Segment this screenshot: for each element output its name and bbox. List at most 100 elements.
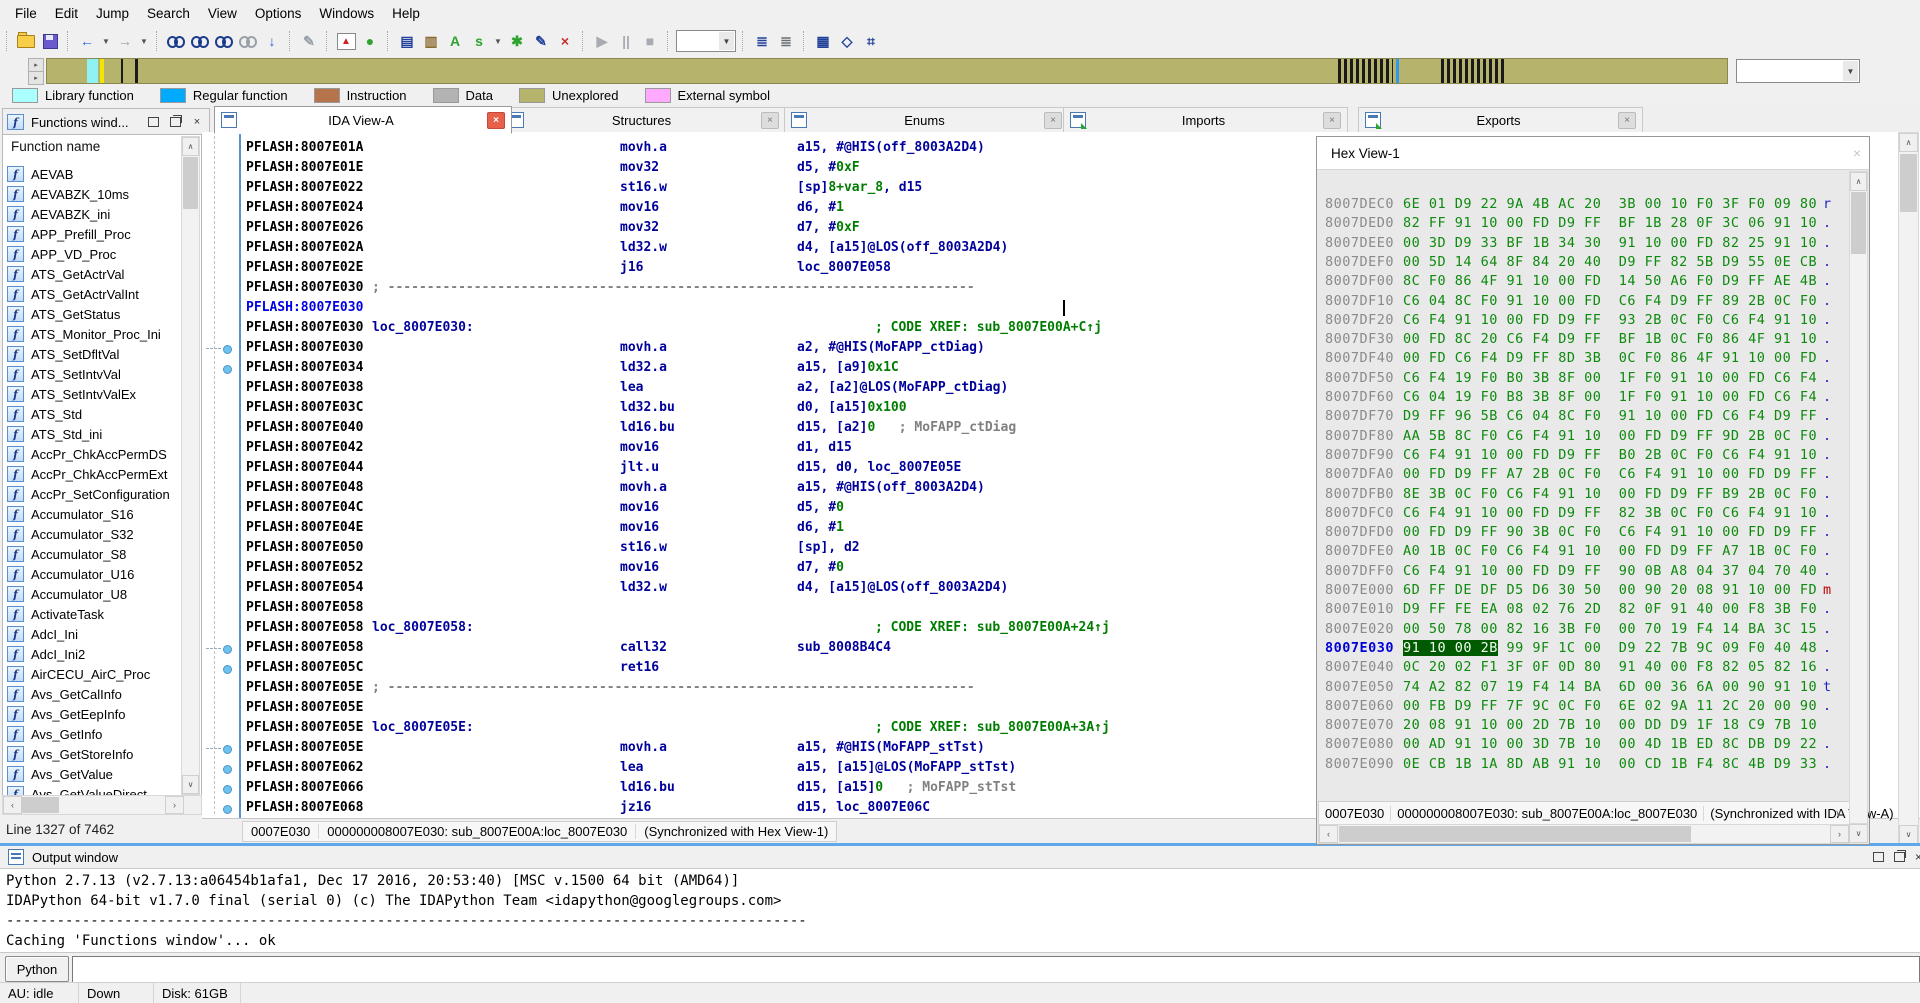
status-dropdown-icon[interactable]: ∨ xyxy=(1830,805,1847,821)
disassembly-line[interactable]: PFLASH:8007E05E; -----------------------… xyxy=(202,678,1382,698)
save-file-icon[interactable] xyxy=(39,30,61,52)
debugger-stop-icon[interactable]: ■ xyxy=(639,30,661,52)
function-item[interactable]: fAirCECU_AirC_Proc xyxy=(7,664,182,684)
problems-icon[interactable]: ▲ xyxy=(335,30,357,52)
output-window-titlebar[interactable]: Output window × xyxy=(0,846,1920,868)
debugger-pause-icon[interactable]: || xyxy=(615,30,637,52)
disassembly-line[interactable]: PFLASH:8007E042mov16d1, d15 xyxy=(202,438,1382,458)
listing-vertical-scrollbar[interactable]: ∧ ∨ xyxy=(1898,132,1919,845)
tab-close-icon[interactable]: × xyxy=(487,112,505,129)
hex-row[interactable]: 8007E0400C 20 02 F1 3F 0F 0D 80 91 40 00… xyxy=(1317,658,1849,677)
functions-window-titlebar[interactable]: f Functions wind... × xyxy=(2,108,210,136)
disassembly-line[interactable]: PFLASH:8007E01Emov32d5, #0xF xyxy=(202,158,1382,178)
menu-jump[interactable]: Jump xyxy=(87,2,138,25)
jump-address-icon[interactable]: ↓ xyxy=(261,30,283,52)
hex-row[interactable]: 8007DF50C6 F4 19 F0 B0 3B 8F 00 1F F0 91… xyxy=(1317,369,1849,388)
hex-row[interactable]: 8007DF10C6 04 8C F0 91 10 00 FD C6 F4 D9… xyxy=(1317,292,1849,311)
hex-row[interactable]: 8007DF4000 FD C6 F4 D9 FF 8D 3B 0C F0 86… xyxy=(1317,349,1849,368)
function-item[interactable]: fAEVABZK_ini xyxy=(7,204,182,224)
function-item[interactable]: fAccPr_ChkAccPermDS xyxy=(7,444,182,464)
function-item[interactable]: fAPP_VD_Proc xyxy=(7,244,182,264)
function-item[interactable]: fAccumulator_S8 xyxy=(7,544,182,564)
open-file-icon[interactable] xyxy=(15,30,37,52)
disassembly-line[interactable]: PFLASH:8007E05Emovh.aa15, #@HIS(MoFAPP_s… xyxy=(202,738,1382,758)
scrollbar-thumb[interactable] xyxy=(1339,826,1691,842)
disassembly-line[interactable]: PFLASH:8007E030movh.aa2, #@HIS(MoFAPP_ct… xyxy=(202,338,1382,358)
function-item[interactable]: fAccumulator_S32 xyxy=(7,524,182,544)
scroll-left-icon[interactable]: ‹ xyxy=(1319,825,1338,843)
step-over-icon[interactable]: ≣ xyxy=(775,30,797,52)
functions-column-header[interactable]: Function name xyxy=(11,139,100,154)
tab-structures[interactable]: Structures× xyxy=(501,107,786,133)
function-item[interactable]: fAEVABZK_10ms xyxy=(7,184,182,204)
scrollbar-thumb[interactable] xyxy=(1900,154,1917,212)
create-data-icon[interactable]: ▥ xyxy=(420,30,442,52)
disassembly-line[interactable]: PFLASH:8007E054ld32.wd4, [a15]@LOS(off_8… xyxy=(202,578,1382,598)
function-item[interactable]: fATS_Std xyxy=(7,404,182,424)
scroll-down-icon[interactable]: ∨ xyxy=(182,775,199,794)
forward-history-dropdown-icon[interactable]: ▼ xyxy=(138,30,150,52)
hex-row[interactable]: 8007DF90C6 F4 91 10 00 FD D9 FF B0 2B 0C… xyxy=(1317,446,1849,465)
maximize-icon[interactable] xyxy=(1873,852,1884,862)
function-item[interactable]: fATS_GetStatus xyxy=(7,304,182,324)
function-item[interactable]: fAdcI_Ini xyxy=(7,624,182,644)
disassembly-line[interactable]: PFLASH:8007E05Eloc_8007E05E:; CODE XREF:… xyxy=(202,718,1382,738)
disassembly-line[interactable]: PFLASH:8007E022st16.w[sp]8+var_8, d15 xyxy=(202,178,1382,198)
tab-close-icon[interactable]: × xyxy=(1323,112,1341,129)
disassembly-line[interactable]: PFLASH:8007E05Cret16 xyxy=(202,658,1382,678)
close-icon[interactable]: × xyxy=(1915,850,1920,864)
menu-windows[interactable]: Windows xyxy=(310,2,383,25)
function-item[interactable]: fAEVAB xyxy=(7,164,182,184)
hex-row[interactable]: 8007DF008C F0 86 4F 91 10 00 FD 14 50 A6… xyxy=(1317,272,1849,291)
search-again-icon[interactable] xyxy=(237,30,259,52)
function-item[interactable]: fAvs_GetValue xyxy=(7,764,182,784)
function-item[interactable]: fAccumulator_U16 xyxy=(7,564,182,584)
disassembly-line[interactable]: PFLASH:8007E03Cld32.bud0, [a15]0x100 xyxy=(202,398,1382,418)
tab-exports[interactable]: Exports× xyxy=(1358,107,1643,133)
hex-row[interactable]: 8007DF70D9 FF 96 5B C6 04 8C F0 91 10 00… xyxy=(1317,407,1849,426)
scroll-right-icon[interactable]: › xyxy=(1830,825,1849,843)
disassembly-line[interactable]: PFLASH:8007E058 xyxy=(202,598,1382,618)
create-string-icon[interactable]: s xyxy=(468,30,490,52)
disassembly-line[interactable]: PFLASH:8007E01Amovh.aa15, #@HIS(off_8003… xyxy=(202,138,1382,158)
scroll-up-icon[interactable]: ∧ xyxy=(1899,133,1918,152)
disassembly-line[interactable]: PFLASH:8007E030 xyxy=(202,298,1382,318)
function-item[interactable]: fAccPr_ChkAccPermExt xyxy=(7,464,182,484)
disassembly-line[interactable]: PFLASH:8007E026mov32d7, #0xF xyxy=(202,218,1382,238)
function-item[interactable]: fATS_SetIntvVal xyxy=(7,364,182,384)
hex-row[interactable]: 8007E02000 50 78 00 82 16 3B F0 00 70 19… xyxy=(1317,620,1849,639)
navband-down-button[interactable]: ▸ xyxy=(28,71,44,85)
function-item[interactable]: fAvs_GetInfo xyxy=(7,724,182,744)
scroll-left-icon[interactable]: ‹ xyxy=(3,796,22,814)
hex-row[interactable]: 8007E03091 10 00 2B 99 9F 1C 00 D9 22 7B… xyxy=(1317,639,1849,658)
navband-up-button[interactable]: ▸ xyxy=(28,58,44,72)
disassembly-line[interactable]: PFLASH:8007E04Emov16d6, #1 xyxy=(202,518,1382,538)
hex-row[interactable]: 8007DFD000 FD D9 FF 90 3B 0C F0 C6 F4 91… xyxy=(1317,523,1849,542)
output-console[interactable]: Python 2.7.13 (v2.7.13:a06454b1afa1, Dec… xyxy=(0,868,1920,955)
function-item[interactable]: fAvs_GetEepInfo xyxy=(7,704,182,724)
disassembly-line[interactable]: PFLASH:8007E050st16.w[sp], d2 xyxy=(202,538,1382,558)
scroll-up-icon[interactable]: ∧ xyxy=(182,137,199,156)
disassembly-line[interactable]: PFLASH:8007E044jlt.ud15, d0, loc_8007E05… xyxy=(202,458,1382,478)
debugger-selector-combo[interactable] xyxy=(676,30,736,52)
undefine-icon[interactable]: × xyxy=(554,30,576,52)
search-text-icon[interactable] xyxy=(189,30,211,52)
navigation-band[interactable] xyxy=(46,58,1728,84)
function-item[interactable]: fAPP_Prefill_Proc xyxy=(7,224,182,244)
hex-row[interactable]: 8007E08000 AD 91 10 00 3D 7B 10 00 4D 1B… xyxy=(1317,735,1849,754)
menu-help[interactable]: Help xyxy=(383,2,429,25)
hex-view-titlebar[interactable]: Hex View-1 × xyxy=(1317,137,1869,170)
hex-row[interactable]: 8007E0006D FF DE DF D5 D6 30 50 00 90 20… xyxy=(1317,581,1849,600)
scrollbar-thumb[interactable] xyxy=(183,157,198,209)
search-names-icon[interactable] xyxy=(165,30,187,52)
hex-row[interactable]: 8007DEE000 3D D9 33 BF 1B 34 30 91 10 00… xyxy=(1317,234,1849,253)
hex-row[interactable]: 8007E0900E CB 1B 1A 8D AB 91 10 00 CD 1B… xyxy=(1317,755,1849,774)
scroll-down-icon[interactable]: ∨ xyxy=(1899,825,1918,844)
step-into-icon[interactable]: ≣ xyxy=(751,30,773,52)
float-icon[interactable] xyxy=(1894,852,1905,862)
edit-comment-icon[interactable]: ✎ xyxy=(530,30,552,52)
function-item[interactable]: fAccumulator_U8 xyxy=(7,584,182,604)
run-indicator-icon[interactable]: ● xyxy=(359,30,381,52)
menu-options[interactable]: Options xyxy=(246,2,311,25)
scrollbar-thumb[interactable] xyxy=(1851,192,1866,254)
